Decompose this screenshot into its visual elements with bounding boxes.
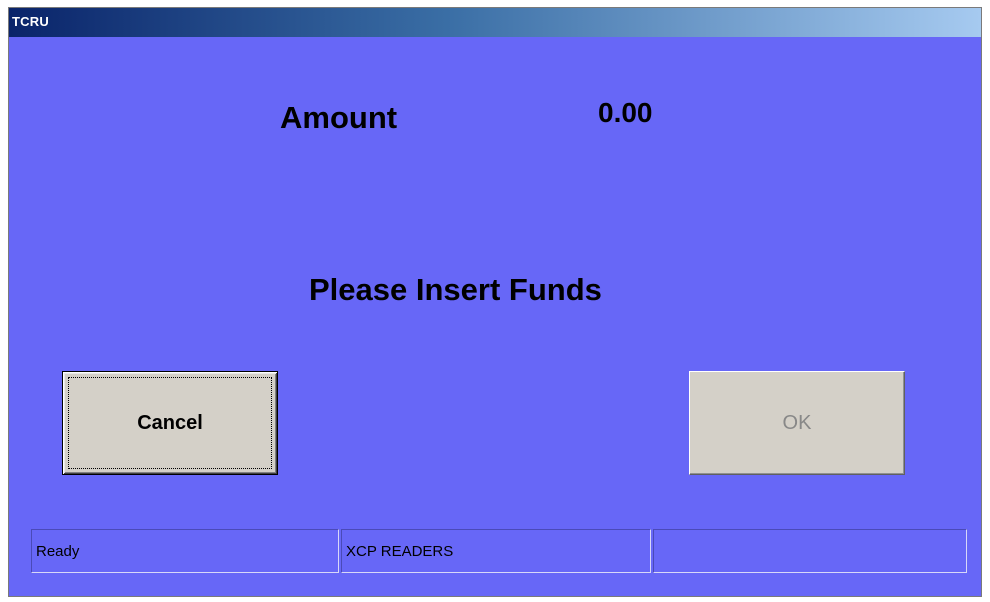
amount-label: Amount [280, 100, 398, 135]
ok-button-label: OK [782, 411, 812, 434]
window-title: TCRU [12, 14, 49, 29]
instruction-message: Please Insert Funds [309, 272, 602, 307]
cancel-button-label: Cancel [137, 411, 203, 434]
status-bar: Ready XCP READERS [31, 529, 967, 573]
status-panel-device: XCP READERS [341, 529, 651, 573]
status-panel-extra [653, 529, 967, 573]
tcru-window: TCRU Amount 0.00 Please Insert Funds Can… [8, 7, 982, 597]
ok-button[interactable]: OK [689, 371, 905, 475]
title-bar[interactable]: TCRU [9, 8, 981, 37]
client-area: Amount 0.00 Please Insert Funds Cancel O… [9, 37, 981, 596]
amount-value: 0.00 [598, 97, 653, 128]
status-panel-state: Ready [31, 529, 339, 573]
cancel-button[interactable]: Cancel [62, 371, 278, 475]
